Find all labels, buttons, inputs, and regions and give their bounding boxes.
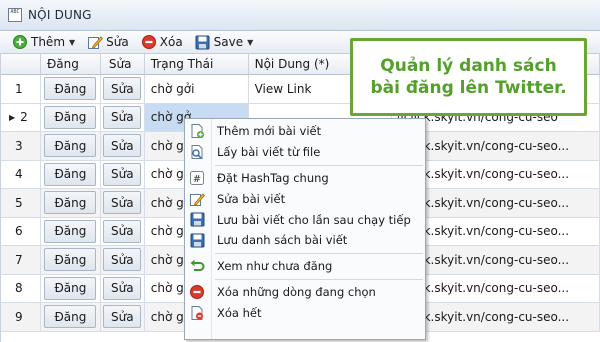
new-document-icon xyxy=(189,123,205,139)
menu-item-add-post[interactable]: Thêm mới bài viết xyxy=(185,121,425,142)
edit-row-button[interactable]: Sửa xyxy=(103,105,142,129)
edit-row-button[interactable]: Sửa xyxy=(103,191,142,215)
svg-text:#: # xyxy=(193,174,201,185)
open-file-icon xyxy=(189,144,205,160)
header-trang-thai[interactable]: Trạng Thái xyxy=(145,54,249,74)
edit-row-button[interactable]: Sửa xyxy=(103,134,142,158)
hashtag-icon: # xyxy=(189,170,205,186)
row-number: 1 xyxy=(15,81,23,96)
row-number: 9 xyxy=(15,309,23,324)
edit-row-button[interactable]: Sửa xyxy=(103,162,142,186)
save-icon xyxy=(189,232,205,248)
post-button[interactable]: Đăng xyxy=(44,248,97,272)
menu-item-edit-post[interactable]: Sửa bài viết xyxy=(185,188,425,209)
edit-row-button[interactable]: Sửa xyxy=(103,77,142,101)
row-number: 4 xyxy=(15,167,23,182)
delete-button[interactable]: Xóa xyxy=(139,32,185,52)
save-icon xyxy=(189,212,205,228)
menu-separator xyxy=(215,164,423,166)
row-number: 3 xyxy=(15,138,23,153)
chevron-down-icon: ▼ xyxy=(69,37,76,47)
menu-item-delete-all[interactable]: Xóa hết xyxy=(185,302,425,323)
post-button[interactable]: Đăng xyxy=(44,134,97,158)
row-number: 8 xyxy=(15,281,23,296)
header-sua[interactable]: Sửa xyxy=(101,54,145,74)
add-icon xyxy=(12,34,28,50)
row-number: 5 xyxy=(15,195,23,210)
menu-separator xyxy=(215,252,423,254)
header-indicator xyxy=(1,54,41,74)
edit-row-button[interactable]: Sửa xyxy=(103,248,142,272)
callout-line-2: bài đăng lên Twitter. xyxy=(370,78,567,98)
edit-row-button[interactable]: Sửa xyxy=(103,305,142,329)
callout-line-1: Quản lý danh sách xyxy=(380,56,557,76)
chevron-down-icon: ▼ xyxy=(247,37,254,47)
save-icon xyxy=(195,34,211,50)
row-number: 7 xyxy=(15,252,23,267)
edit-button[interactable]: Sửa xyxy=(85,32,131,52)
menu-item-delete-selected[interactable]: Xóa những dòng đang chọn xyxy=(185,282,425,303)
post-button[interactable]: Đăng xyxy=(44,77,97,101)
undo-arrow-icon xyxy=(189,258,205,274)
delete-icon xyxy=(189,284,205,300)
status-cell[interactable]: chờ gởi xyxy=(145,75,249,103)
add-button[interactable]: Thêm ▼ xyxy=(10,32,77,52)
menu-item-save-resume[interactable]: Lưu bài viết cho lần sau chạy tiếp xyxy=(185,209,425,230)
edit-row-button[interactable]: Sửa xyxy=(103,276,142,300)
row-number: 6 xyxy=(15,224,23,239)
abc-icon: ABC xyxy=(8,8,22,22)
post-button[interactable]: Đăng xyxy=(44,305,97,329)
edit-icon xyxy=(87,34,104,50)
menu-item-import-file[interactable]: Lấy bài viết từ file xyxy=(185,142,425,163)
save-button[interactable]: Save ▼ xyxy=(193,32,256,52)
post-button[interactable]: Đăng xyxy=(44,105,97,129)
row-number: 2 xyxy=(20,110,28,125)
window-title: NỘI DUNG xyxy=(28,8,92,22)
post-button[interactable]: Đăng xyxy=(44,191,97,215)
post-button[interactable]: Đăng xyxy=(44,219,97,243)
edit-icon xyxy=(189,191,205,207)
edit-row-button[interactable]: Sửa xyxy=(103,219,142,243)
current-row-icon: ▶ xyxy=(9,112,16,122)
post-button[interactable]: Đăng xyxy=(44,276,97,300)
menu-separator xyxy=(215,278,423,280)
header-dang[interactable]: Đăng xyxy=(41,54,101,74)
menu-item-mark-unposted[interactable]: Xem như chưa đăng xyxy=(185,256,425,277)
post-button[interactable]: Đăng xyxy=(44,162,97,186)
menu-item-save-list[interactable]: Lưu danh sách bài viết xyxy=(185,230,425,251)
clear-document-icon xyxy=(189,305,205,321)
delete-icon xyxy=(141,34,157,50)
feature-callout: Quản lý danh sách bài đăng lên Twitter. xyxy=(350,38,587,116)
window-titlebar: ABC NỘI DUNG xyxy=(0,0,600,31)
menu-item-hashtag[interactable]: # Đặt HashTag chung xyxy=(185,168,425,189)
context-menu: Thêm mới bài viết Lấy bài viết từ file #… xyxy=(184,118,426,340)
